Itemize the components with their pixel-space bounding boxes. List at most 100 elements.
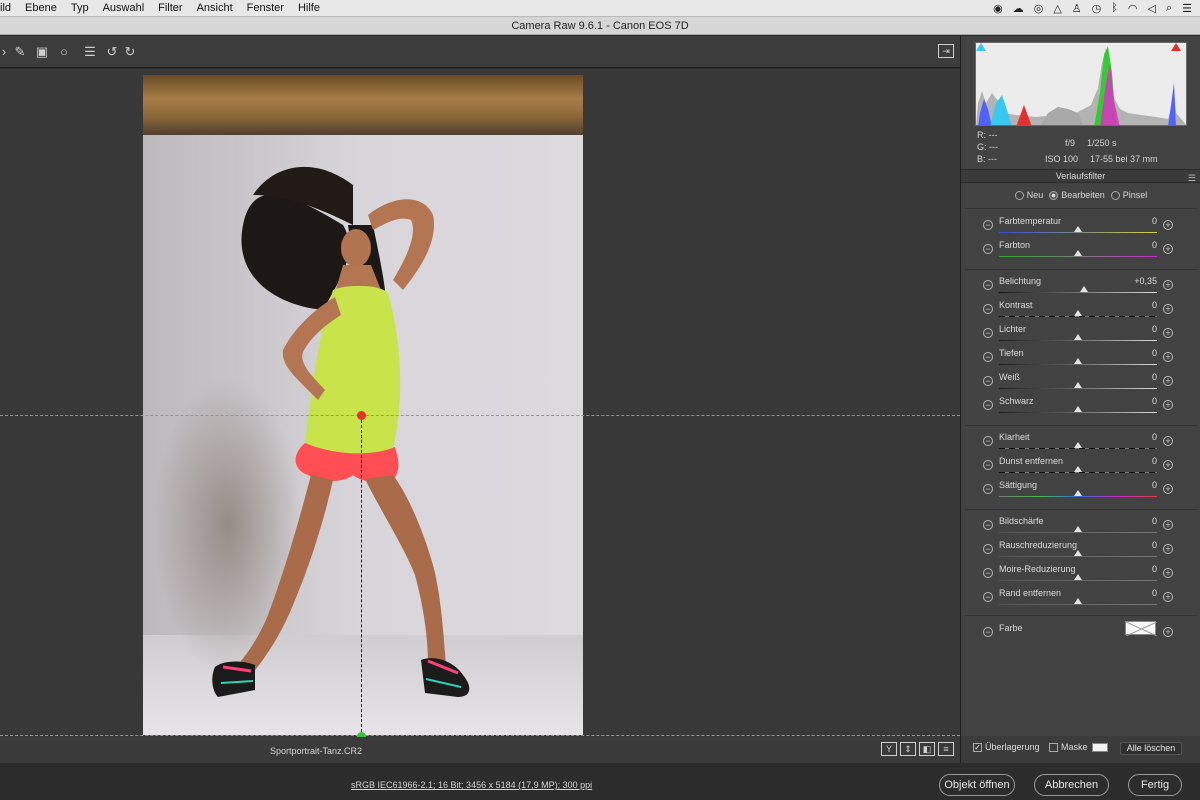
- dunst-entfernen-thumb[interactable]: [1074, 466, 1082, 472]
- toggle-defaults-icon[interactable]: ≡: [938, 742, 954, 756]
- klarheit-value[interactable]: 0: [1107, 432, 1157, 442]
- s-ttigung-thumb[interactable]: [1074, 490, 1082, 496]
- cancel-button[interactable]: Abbrechen: [1034, 774, 1109, 796]
- brush-icon[interactable]: ✎: [12, 44, 28, 60]
- tiefen-thumb[interactable]: [1074, 358, 1082, 364]
- kontrast-plus-icon[interactable]: +: [1163, 304, 1173, 314]
- rauschreduzierung-minus-icon[interactable]: −: [983, 544, 993, 554]
- photo-preview[interactable]: [143, 75, 583, 735]
- schwarz-thumb[interactable]: [1074, 406, 1082, 412]
- s-ttigung-minus-icon[interactable]: −: [983, 484, 993, 494]
- schwarz-minus-icon[interactable]: −: [983, 400, 993, 410]
- copy-settings-icon[interactable]: ◧: [919, 742, 935, 756]
- schwarz-plus-icon[interactable]: +: [1163, 400, 1173, 410]
- menu-filter[interactable]: Filter: [158, 2, 182, 14]
- filter-center-line[interactable]: [361, 415, 362, 737]
- rauschreduzierung-value[interactable]: 0: [1107, 540, 1157, 550]
- moire-reduzierung-track[interactable]: [999, 580, 1157, 581]
- drive-icon[interactable]: △: [1053, 2, 1061, 15]
- tiefen-plus-icon[interactable]: +: [1163, 352, 1173, 362]
- color-minus-icon[interactable]: −: [983, 627, 993, 637]
- record-icon[interactable]: ◉: [993, 2, 1003, 15]
- farbton-minus-icon[interactable]: −: [983, 244, 993, 254]
- rand-entfernen-thumb[interactable]: [1074, 598, 1082, 604]
- moire-reduzierung-plus-icon[interactable]: +: [1163, 568, 1173, 578]
- bildsch-rfe-thumb[interactable]: [1074, 526, 1082, 532]
- bluetooth-icon[interactable]: ᛒ: [1111, 2, 1118, 15]
- bildsch-rfe-value[interactable]: 0: [1107, 516, 1157, 526]
- farbton-value[interactable]: 0: [1107, 240, 1157, 250]
- person-icon[interactable]: ♙: [1072, 2, 1082, 15]
- rand-entfernen-minus-icon[interactable]: −: [983, 592, 993, 602]
- lichter-plus-icon[interactable]: +: [1163, 328, 1173, 338]
- menu-hilfe[interactable]: Hilfe: [298, 2, 320, 14]
- search-icon[interactable]: ⌕: [1166, 2, 1172, 15]
- lichter-value[interactable]: 0: [1107, 324, 1157, 334]
- graduated-filter-icon[interactable]: ▣: [34, 44, 50, 60]
- rotate-left-icon[interactable]: ↺: [104, 44, 120, 60]
- menu-bild[interactable]: ild: [0, 2, 11, 14]
- mode-new[interactable]: Neu: [1014, 190, 1043, 201]
- farbton-thumb[interactable]: [1074, 250, 1082, 256]
- schwarz-value[interactable]: 0: [1107, 396, 1157, 406]
- bildsch-rfe-minus-icon[interactable]: −: [983, 520, 993, 530]
- bildsch-rfe-plus-icon[interactable]: +: [1163, 520, 1173, 530]
- swap-settings-icon[interactable]: ⇕: [900, 742, 916, 756]
- belichtung-minus-icon[interactable]: −: [983, 280, 993, 290]
- belichtung-thumb[interactable]: [1080, 286, 1089, 292]
- mask-toggle[interactable]: Maske: [1049, 742, 1108, 753]
- farbtemperatur-track[interactable]: [999, 232, 1157, 233]
- belichtung-track[interactable]: [999, 292, 1157, 293]
- menu-typ[interactable]: Typ: [71, 2, 89, 14]
- wei--thumb[interactable]: [1074, 382, 1082, 388]
- farbtemperatur-thumb[interactable]: [1074, 226, 1082, 232]
- dunst-entfernen-plus-icon[interactable]: +: [1163, 460, 1173, 470]
- belichtung-value[interactable]: +0,35: [1107, 276, 1157, 286]
- bildsch-rfe-track[interactable]: [999, 532, 1157, 533]
- klarheit-track[interactable]: [999, 448, 1157, 449]
- open-object-button[interactable]: Objekt öffnen: [939, 774, 1015, 796]
- wifi-icon[interactable]: ◠: [1128, 2, 1138, 15]
- wei--track[interactable]: [999, 388, 1157, 389]
- rotate-right-icon[interactable]: ↻: [122, 44, 138, 60]
- wei--plus-icon[interactable]: +: [1163, 376, 1173, 386]
- menu-auswahl[interactable]: Auswahl: [103, 2, 145, 14]
- overlay-toggle[interactable]: ✓ Überlagerung: [973, 742, 1040, 753]
- kontrast-track[interactable]: [999, 316, 1157, 317]
- volume-icon[interactable]: ◁: [1147, 2, 1155, 15]
- moire-reduzierung-value[interactable]: 0: [1107, 564, 1157, 574]
- belichtung-plus-icon[interactable]: +: [1163, 280, 1173, 290]
- rand-entfernen-value[interactable]: 0: [1107, 588, 1157, 598]
- presets-list-icon[interactable]: ☰: [82, 44, 98, 60]
- rand-entfernen-track[interactable]: [999, 604, 1157, 605]
- farbtemperatur-plus-icon[interactable]: +: [1163, 220, 1173, 230]
- wei--minus-icon[interactable]: −: [983, 376, 993, 386]
- mode-edit[interactable]: Bearbeiten: [1049, 190, 1105, 201]
- image-canvas[interactable]: [0, 69, 960, 737]
- klarheit-thumb[interactable]: [1074, 442, 1082, 448]
- kontrast-value[interactable]: 0: [1107, 300, 1157, 310]
- mode-brush[interactable]: Pinsel: [1110, 190, 1147, 201]
- schwarz-track[interactable]: [999, 412, 1157, 413]
- moire-reduzierung-thumb[interactable]: [1074, 574, 1082, 580]
- creative-cloud-icon[interactable]: ◎: [1034, 2, 1044, 15]
- filter-guide-red[interactable]: [0, 415, 960, 416]
- klarheit-minus-icon[interactable]: −: [983, 436, 993, 446]
- cloud-icon[interactable]: ☁: [1013, 2, 1024, 15]
- done-button[interactable]: Fertig: [1128, 774, 1182, 796]
- s-ttigung-plus-icon[interactable]: +: [1163, 484, 1173, 494]
- color-plus-icon[interactable]: +: [1163, 627, 1173, 637]
- dunst-entfernen-value[interactable]: 0: [1107, 456, 1157, 466]
- s-ttigung-track[interactable]: [999, 496, 1157, 497]
- clear-all-button[interactable]: Alle löschen: [1120, 742, 1182, 755]
- lichter-track[interactable]: [999, 340, 1157, 341]
- shadow-clipping-warning-icon[interactable]: [976, 43, 986, 51]
- preferences-icon[interactable]: ⇥: [938, 44, 954, 58]
- workflow-options-link[interactable]: sRGB IEC61966-2.1; 16 Bit; 3456 x 5184 (…: [351, 780, 592, 790]
- s-ttigung-value[interactable]: 0: [1107, 480, 1157, 490]
- menu-fenster[interactable]: Fenster: [247, 2, 284, 14]
- farbton-track[interactable]: [999, 256, 1157, 257]
- farbtemperatur-minus-icon[interactable]: −: [983, 220, 993, 230]
- rauschreduzierung-thumb[interactable]: [1074, 550, 1082, 556]
- rand-entfernen-plus-icon[interactable]: +: [1163, 592, 1173, 602]
